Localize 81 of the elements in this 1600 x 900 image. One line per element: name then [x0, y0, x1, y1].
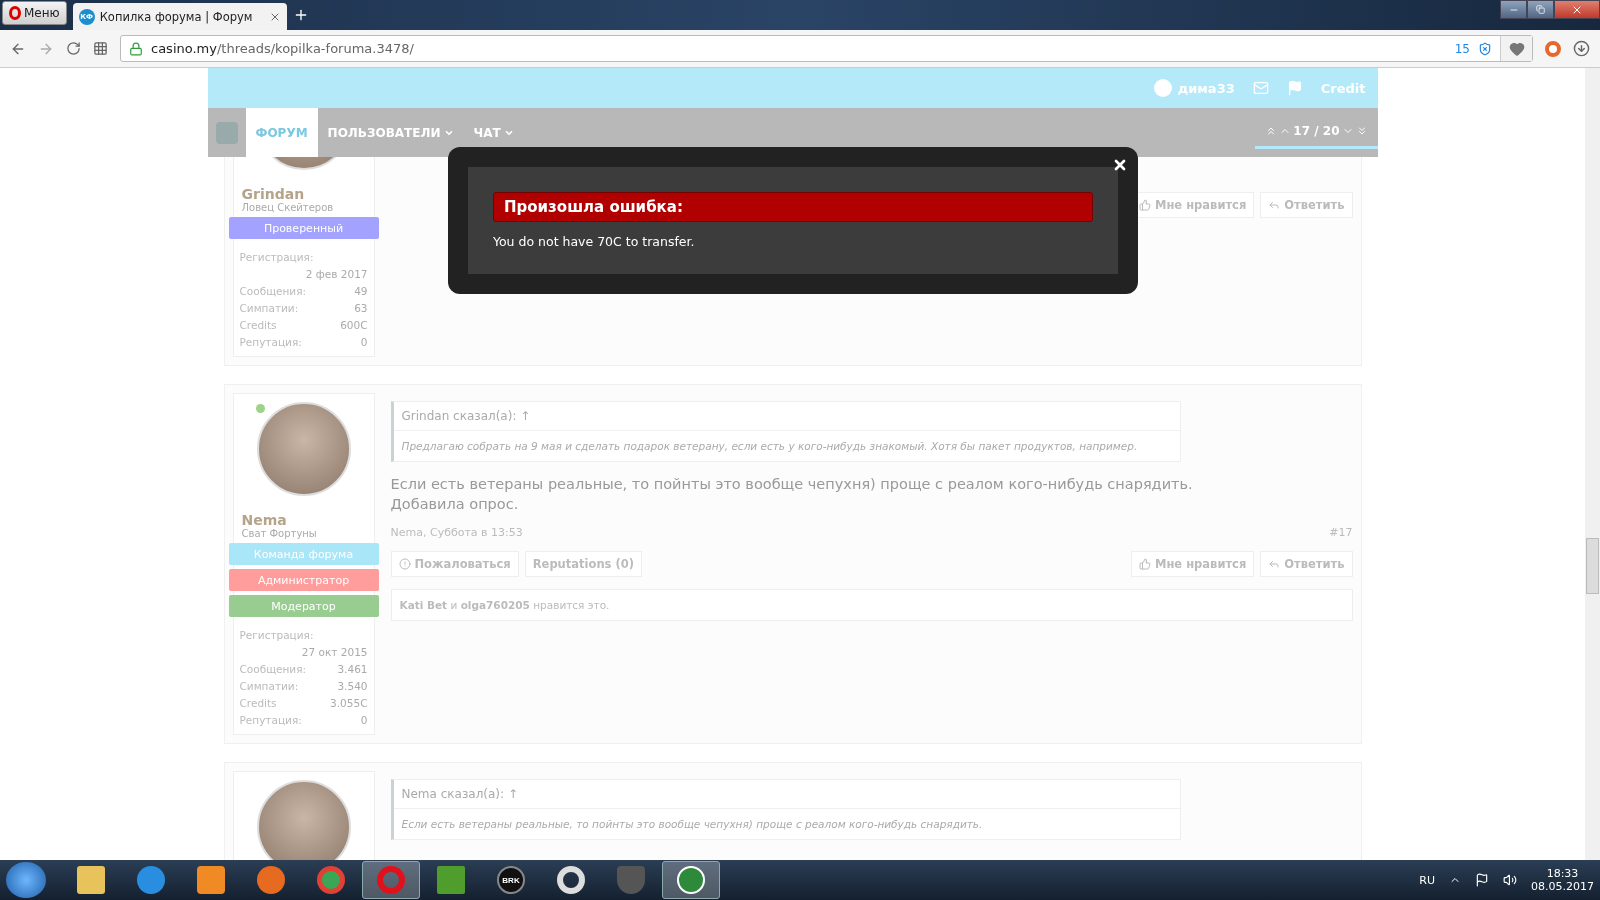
error-message: You do not have 70C to transfer.: [493, 234, 696, 249]
stat-value: 63: [354, 302, 368, 314]
user-title: Ловец Скейтеров: [240, 202, 335, 215]
stat-value: 49: [354, 285, 368, 297]
maximize-button[interactable]: [1527, 0, 1554, 19]
nav-tab[interactable]: ПОЛЬЗОВАТЕЛИ: [317, 108, 464, 157]
quote-author[interactable]: Nema сказал(а): ↑: [393, 780, 1180, 809]
lock-icon: [129, 41, 143, 56]
nav-tab[interactable]: ЧАТ: [463, 108, 524, 157]
group-banner: Модератор: [228, 595, 379, 617]
stat-value: 0: [360, 336, 368, 348]
language-indicator[interactable]: RU: [1419, 873, 1435, 887]
ring-icon: [377, 866, 405, 894]
message-text: Если есть ветераны реальные, то пойнты это вообще чепухня) проще с реалом кого-нибудь снарядить. Добавила опрос.: [390, 475, 1194, 514]
download-icon[interactable]: [1573, 40, 1590, 57]
quote-author[interactable]: Grindan сказал(а): ↑: [393, 402, 1180, 431]
restore-icon: [1536, 5, 1545, 14]
user-link[interactable]: дима33: [1153, 79, 1235, 97]
heart-icon: [1508, 40, 1525, 57]
grid-icon[interactable]: [93, 41, 108, 56]
ring-icon: [557, 866, 585, 894]
stat-value: 600C: [340, 319, 368, 331]
reply-icon: [1268, 199, 1281, 211]
user-title: Сват Фортуны: [240, 528, 318, 541]
stat-value: 3.540: [337, 680, 368, 692]
username[interactable]: Nema: [233, 504, 374, 528]
stat-value: 27 окт 2015: [301, 646, 368, 658]
reply-icon: [1268, 558, 1281, 570]
stat-label: Репутация:: [239, 336, 302, 348]
username[interactable]: Grindan: [233, 178, 374, 202]
quote-text: Если есть ветераны реальные, то пойнты это вообще чепухня) проще с реалом кого-нибудь снарядить.: [400, 817, 984, 832]
stat-value: 0: [360, 714, 368, 726]
thumbs-up-icon: [1138, 558, 1151, 570]
blocked-count[interactable]: 15: [1454, 41, 1470, 56]
group-banner: Проверенный: [228, 217, 379, 239]
minimize-button[interactable]: [1500, 0, 1527, 19]
ball-icon: [317, 866, 345, 894]
stat-label: Репутация:: [239, 714, 302, 726]
stat-label: Регистрация:: [239, 629, 315, 641]
thumbs-up-icon: [1138, 199, 1151, 211]
stat-label: Credits: [239, 319, 277, 331]
tile-icon: [437, 866, 465, 894]
reply-button[interactable]: Ответить: [1260, 192, 1353, 218]
stat-value: 2 фев 2017: [305, 268, 368, 280]
group-banner: Администратор: [228, 569, 379, 591]
stat-label: Регистрация:: [239, 251, 315, 263]
error-title: Произошла ошибка:: [493, 192, 1093, 222]
taskbar-app[interactable]: BRK: [482, 861, 540, 899]
credit-link[interactable]: Credit: [1320, 80, 1366, 96]
speaker-icon[interactable]: [1503, 873, 1517, 887]
flag-icon[interactable]: [1475, 873, 1489, 887]
alert-icon: [398, 558, 411, 570]
scrollbar[interactable]: [1585, 68, 1600, 860]
likes-summary: Kati Bet и olga760205 нравится это.: [390, 589, 1353, 621]
stat-label: Сообщения:: [239, 663, 307, 675]
taskbar-app[interactable]: [662, 861, 720, 899]
quote-text: Предлагаю собрать на 9 мая и сделать подарок ветерану, если есть у кого-нибудь знакомый. Хотя бы пакет продуктов, например.: [400, 439, 1139, 454]
like-button[interactable]: Мне нравится: [1130, 551, 1255, 577]
stat-label: Симпатии:: [239, 302, 299, 314]
group-banner: Команда форума: [228, 543, 379, 565]
clock[interactable]: 18:33 08.05.2017: [1531, 867, 1594, 893]
nav-tab[interactable]: ФОРУМ: [245, 108, 318, 157]
reputation-button[interactable]: Reputations (0): [524, 551, 642, 577]
start-button[interactable]: [6, 862, 46, 898]
report-button[interactable]: Пожаловаться: [390, 551, 519, 577]
bookmark-button[interactable]: [1500, 36, 1532, 61]
post-number[interactable]: #17: [1329, 526, 1353, 539]
address-field[interactable]: casino.my/threads/kopilka-foruma.3478/ 15: [120, 35, 1533, 62]
stat-label: Credits: [239, 697, 277, 709]
close-icon: [1112, 157, 1128, 173]
page-counter: 17 / 20: [1293, 124, 1340, 138]
stat-value: 3.055C: [330, 697, 368, 709]
close-button[interactable]: [1112, 157, 1128, 173]
brk-logo: BRK: [497, 866, 525, 894]
stat-label: Сообщения:: [239, 285, 307, 297]
stat-value: 3.461: [337, 663, 368, 675]
stat-label: Симпатии:: [239, 680, 299, 692]
reload-icon[interactable]: [66, 41, 81, 56]
reply-button[interactable]: Ответить: [1260, 551, 1353, 577]
post-meta[interactable]: Nema, Суббота в 13:53: [390, 526, 523, 539]
menu-button[interactable]: Меню: [2, 1, 67, 25]
